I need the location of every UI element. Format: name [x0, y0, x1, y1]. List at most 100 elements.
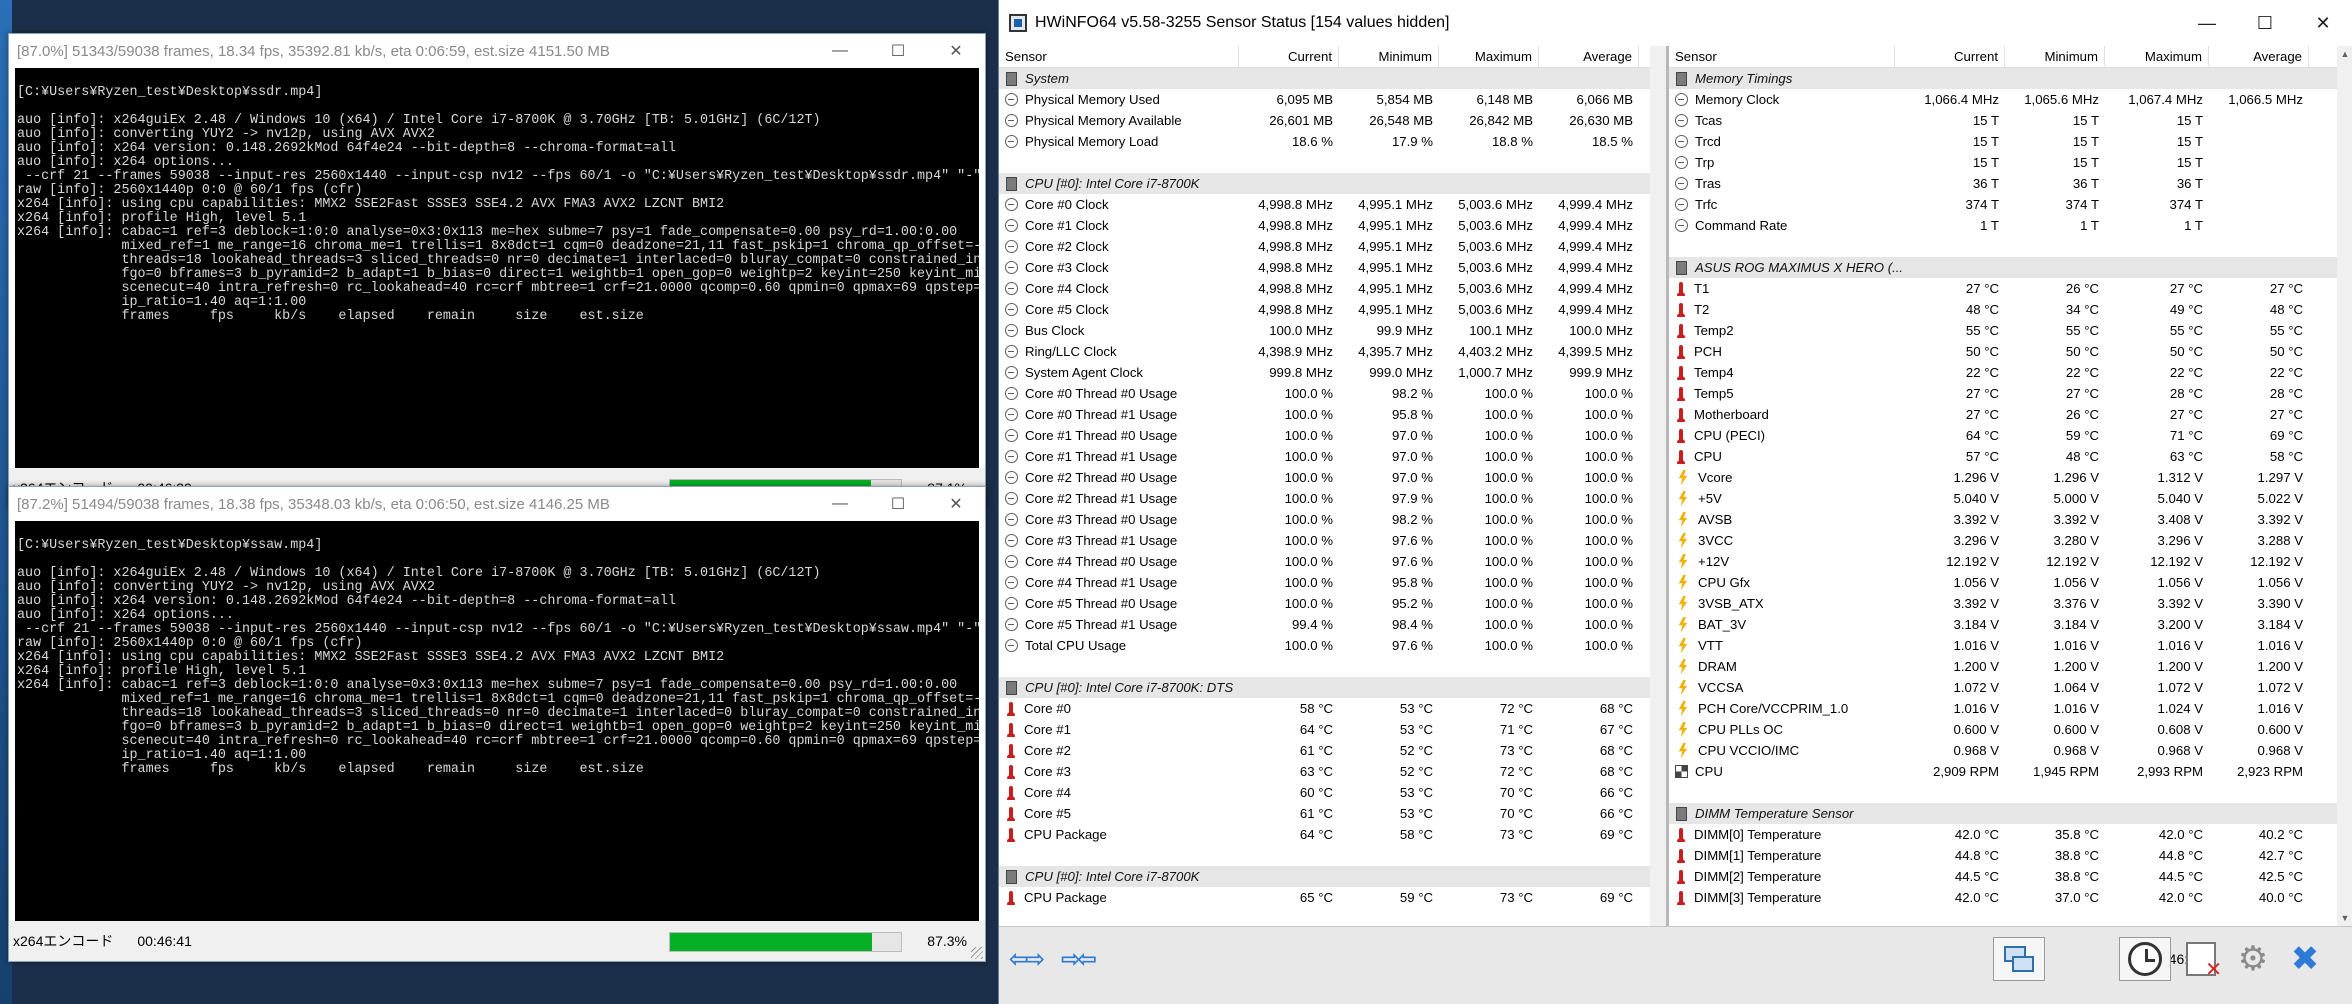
sensor-row[interactable]: Core #1 Thread #1 Usage 100.0 % 97.0 % 100.…: [999, 446, 1666, 467]
column-header-minimum[interactable]: Minimum: [2005, 46, 2105, 68]
sensor-row[interactable]: Core #1 Clock 4,998.8 MHz 4,995.1 MHz 5,003…: [999, 215, 1666, 236]
sensor-row[interactable]: Temp4 22 °C 22 °C 22 °C 22 °C: [1669, 362, 2352, 383]
column-header-sensor[interactable]: Sensor: [1669, 46, 1895, 68]
sensor-group-header[interactable]: CPU [#0]: Intel Core i7-8700K: [999, 173, 1666, 194]
sensor-row[interactable]: Core #0 Clock 4,998.8 MHz 4,995.1 MHz 5,003…: [999, 194, 1666, 215]
sensor-row[interactable]: 3VSB_ATX 3.392 V 3.376 V 3.392 V 3.390 V: [1669, 593, 2352, 614]
vertical-scrollbar[interactable]: [1650, 46, 1666, 926]
expand-right-button[interactable]: ⇨⇦: [1051, 937, 1103, 981]
sensor-row[interactable]: Core #2 61 °C 52 °C 73 °C 68 °C: [999, 740, 1666, 761]
sensor-row[interactable]: CPU (PECI) 64 °C 59 °C 71 °C 69 °C: [1669, 425, 2352, 446]
sensor-row[interactable]: PCH Core/VCCPRIM_1.0 1.016 V 1.016 V 1.024 …: [1669, 698, 2352, 719]
sensor-pane-left[interactable]: Sensor Current Minimum Maximum Average System…: [999, 46, 1669, 926]
sensor-row[interactable]: Physical Memory Load 18.6 % 17.9 % 18.8 % 18…: [999, 131, 1666, 152]
column-header-maximum[interactable]: Maximum: [2105, 46, 2209, 68]
sensor-row[interactable]: Tras 36 T 36 T 36 T: [1669, 173, 2352, 194]
column-header-maximum[interactable]: Maximum: [1439, 46, 1539, 68]
sensor-row[interactable]: VCCSA 1.072 V 1.064 V 1.072 V 1.072 V: [1669, 677, 2352, 698]
sensor-row[interactable]: CPU 2,909 RPM 1,945 RPM 2,993 RPM 2,923 RPM: [1669, 761, 2352, 782]
sensor-row[interactable]: DRAM 1.200 V 1.200 V 1.200 V 1.200 V: [1669, 656, 2352, 677]
column-header-current[interactable]: Current: [1239, 46, 1339, 68]
maximize-button[interactable]: ☐: [2236, 0, 2294, 46]
sensor-row[interactable]: CPU Gfx 1.056 V 1.056 V 1.056 V 1.056 V: [1669, 572, 2352, 593]
sensor-row[interactable]: Core #3 Thread #0 Usage 100.0 % 98.2 % 100.…: [999, 509, 1666, 530]
sensor-row[interactable]: T1 27 °C 26 °C 27 °C 27 °C: [1669, 278, 2352, 299]
scroll-up-arrow[interactable]: ▲: [2337, 46, 2352, 62]
scroll-down-arrow[interactable]: ▼: [2337, 910, 2352, 926]
sensor-group-header[interactable]: Memory Timings: [1669, 68, 2352, 89]
sensor-row[interactable]: +12V 12.192 V 12.192 V 12.192 V 12.192 V: [1669, 551, 2352, 572]
maximize-button[interactable]: ☐: [869, 487, 927, 521]
column-header-minimum[interactable]: Minimum: [1339, 46, 1439, 68]
sensor-row[interactable]: Memory Clock 1,066.4 MHz 1,065.6 MHz 1,067.…: [1669, 89, 2352, 110]
sensor-row[interactable]: Core #2 Thread #1 Usage 100.0 % 97.9 % 100.…: [999, 488, 1666, 509]
sensor-row[interactable]: Core #5 Thread #0 Usage 100.0 % 95.2 % 100.…: [999, 593, 1666, 614]
sensor-row[interactable]: Core #1 Thread #0 Usage 100.0 % 97.0 % 100.…: [999, 425, 1666, 446]
sensor-group-header[interactable]: DIMM Temperature Sensor: [1669, 803, 2352, 824]
hwinfo-window[interactable]: HWiNFO64 v5.58-3255 Sensor Status [154 v…: [998, 0, 2352, 1004]
sensor-row[interactable]: Temp2 55 °C 55 °C 55 °C 55 °C: [1669, 320, 2352, 341]
close-button[interactable]: ✕: [2294, 0, 2352, 46]
encoder-window-2[interactable]: [87.2%] 51494/59038 frames, 18.38 fps, 3…: [8, 486, 986, 962]
sensor-row[interactable]: AVSB 3.392 V 3.392 V 3.408 V 3.392 V: [1669, 509, 2352, 530]
collapse-left-button[interactable]: ⇦⇨: [999, 937, 1051, 981]
sensor-row[interactable]: Core #0 Thread #0 Usage 100.0 % 98.2 % 100.…: [999, 383, 1666, 404]
minimize-button[interactable]: —: [811, 487, 869, 521]
sensor-row[interactable]: Core #4 60 °C 53 °C 70 °C 66 °C: [999, 782, 1666, 803]
sensor-row[interactable]: CPU PLLs OC 0.600 V 0.600 V 0.608 V 0.600 V: [1669, 719, 2352, 740]
console-output[interactable]: [C:¥Users¥Ryzen_test¥Desktop¥ssdr.mp4] au…: [15, 68, 979, 468]
sensor-row[interactable]: PCH 50 °C 50 °C 50 °C 50 °C: [1669, 341, 2352, 362]
sensor-row[interactable]: Motherboard 27 °C 26 °C 27 °C 27 °C: [1669, 404, 2352, 425]
maximize-button[interactable]: ☐: [869, 34, 927, 68]
sensor-row[interactable]: Trcd 15 T 15 T 15 T: [1669, 131, 2352, 152]
sensor-group-header[interactable]: ASUS ROG MAXIMUS X HERO (...: [1669, 257, 2352, 278]
sensor-row[interactable]: Core #4 Clock 4,998.8 MHz 4,995.1 MHz 5,003…: [999, 278, 1666, 299]
sensor-row[interactable]: VTT 1.016 V 1.016 V 1.016 V 1.016 V: [1669, 635, 2352, 656]
sensor-group-header[interactable]: CPU [#0]: Intel Core i7-8700K: [999, 866, 1666, 887]
column-header-average[interactable]: Average: [2209, 46, 2309, 68]
network-button[interactable]: [1993, 937, 2045, 981]
sensor-row[interactable]: Core #0 Thread #1 Usage 100.0 % 95.8 % 100.…: [999, 404, 1666, 425]
sensor-row[interactable]: Core #3 Clock 4,998.8 MHz 4,995.1 MHz 5,003…: [999, 257, 1666, 278]
column-header-sensor[interactable]: Sensor: [999, 46, 1239, 68]
sensor-row[interactable]: Core #5 Clock 4,998.8 MHz 4,995.1 MHz 5,003…: [999, 299, 1666, 320]
sensor-row[interactable]: CPU VCCIO/IMC 0.968 V 0.968 V 0.968 V 0.968 …: [1669, 740, 2352, 761]
resize-grip[interactable]: [971, 947, 983, 959]
sensor-row[interactable]: Core #5 61 °C 53 °C 70 °C 66 °C: [999, 803, 1666, 824]
sensor-row[interactable]: Core #4 Thread #0 Usage 100.0 % 97.6 % 100.…: [999, 551, 1666, 572]
column-header-average[interactable]: Average: [1539, 46, 1639, 68]
sensor-pane-right[interactable]: Sensor Current Minimum Maximum Average Memory…: [1669, 46, 2352, 926]
sensor-row[interactable]: Bus Clock 100.0 MHz 99.9 MHz 100.1 MHz 100.0…: [999, 320, 1666, 341]
sensor-row[interactable]: Core #0 58 °C 53 °C 72 °C 68 °C: [999, 698, 1666, 719]
sensor-row[interactable]: Physical Memory Available 26,601 MB 26,548…: [999, 110, 1666, 131]
clock-button[interactable]: [2119, 937, 2171, 981]
sensor-row[interactable]: CPU Package 65 °C 59 °C 73 °C 69 °C: [999, 887, 1666, 908]
sensor-row[interactable]: Trp 15 T 15 T 15 T: [1669, 152, 2352, 173]
sensor-row[interactable]: Temp5 27 °C 27 °C 28 °C 28 °C: [1669, 383, 2352, 404]
sensor-row[interactable]: Core #1 64 °C 53 °C 71 °C 67 °C: [999, 719, 1666, 740]
encoder-window-1[interactable]: [87.0%] 51343/59038 frames, 18.34 fps, 3…: [8, 33, 986, 509]
encoder-window-2-titlebar[interactable]: [87.2%] 51494/59038 frames, 18.38 fps, 3…: [9, 487, 985, 521]
close-button[interactable]: ✕: [927, 487, 985, 521]
reset-button[interactable]: [2175, 937, 2227, 982]
sensor-row[interactable]: Core #2 Clock 4,998.8 MHz 4,995.1 MHz 5,003…: [999, 236, 1666, 257]
encoder-window-1-titlebar[interactable]: [87.0%] 51343/59038 frames, 18.34 fps, 3…: [9, 34, 985, 68]
sensor-row[interactable]: Physical Memory Used 6,095 MB 5,854 MB 6,14…: [999, 89, 1666, 110]
sensor-group-header[interactable]: System: [999, 68, 1666, 89]
sensor-row[interactable]: CPU Package 64 °C 58 °C 73 °C 69 °C: [999, 824, 1666, 845]
sensor-row[interactable]: Command Rate 1 T 1 T 1 T: [1669, 215, 2352, 236]
sensor-row[interactable]: DIMM[0] Temperature 42.0 °C 35.8 °C 42.0 °C…: [1669, 824, 2352, 845]
settings-button[interactable]: ⚙: [2227, 937, 2279, 981]
sensor-row[interactable]: Total CPU Usage 100.0 % 97.6 % 100.0 % 100.0…: [999, 635, 1666, 656]
column-header-current[interactable]: Current: [1895, 46, 2005, 68]
sensor-row[interactable]: DIMM[2] Temperature 44.5 °C 38.8 °C 44.5 °C…: [1669, 866, 2352, 887]
sensor-row[interactable]: DIMM[1] Temperature 44.8 °C 38.8 °C 44.8 °C…: [1669, 845, 2352, 866]
sensor-row[interactable]: T2 48 °C 34 °C 49 °C 48 °C: [1669, 299, 2352, 320]
sensor-row[interactable]: Ring/LLC Clock 4,398.9 MHz 4,395.7 MHz 4,40…: [999, 341, 1666, 362]
close-button[interactable]: ✕: [927, 34, 985, 68]
sensor-row[interactable]: Core #3 63 °C 52 °C 72 °C 68 °C: [999, 761, 1666, 782]
close-sensors-button[interactable]: ✖: [2279, 937, 2331, 981]
minimize-button[interactable]: —: [2178, 0, 2236, 46]
sensor-group-header[interactable]: CPU [#0]: Intel Core i7-8700K: DTS: [999, 677, 1666, 698]
sensor-row[interactable]: 3VCC 3.296 V 3.280 V 3.296 V 3.288 V: [1669, 530, 2352, 551]
